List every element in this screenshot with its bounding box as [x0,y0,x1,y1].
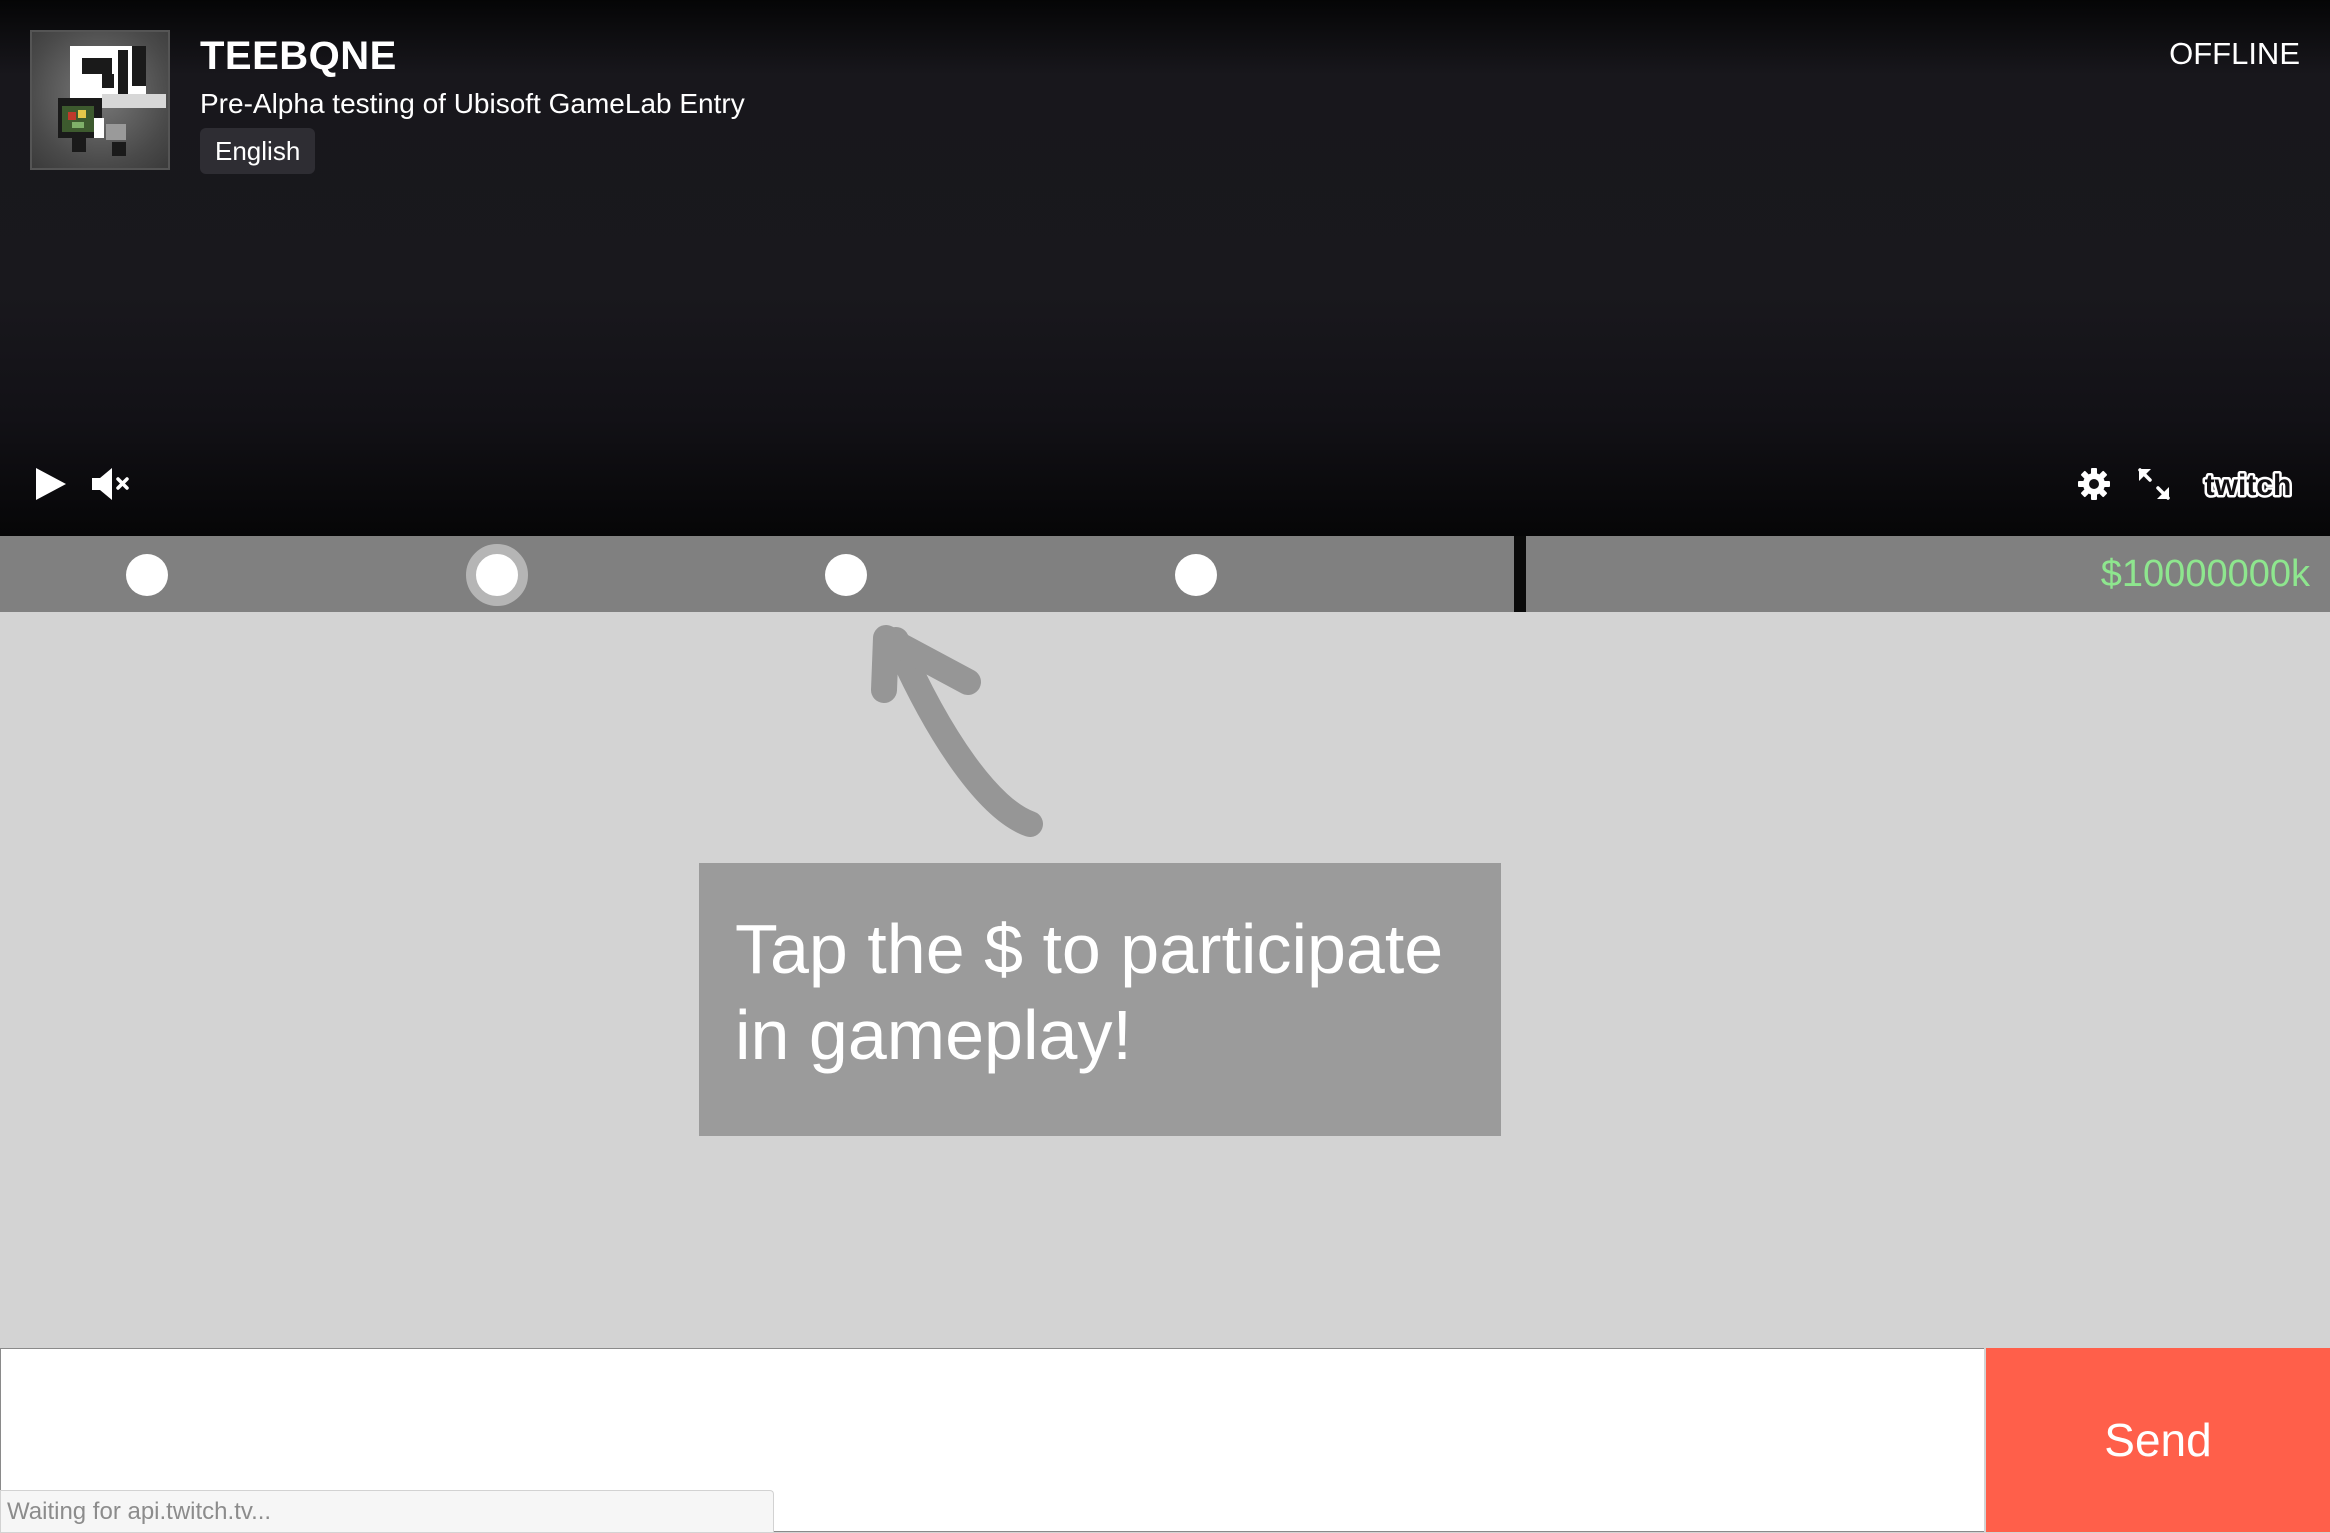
twitch-logo-icon[interactable]: twitch twitch [2196,466,2300,504]
slot-dot-3[interactable] [825,554,867,596]
channel-avatar[interactable] [30,30,170,170]
hint-arrow-icon [871,625,1043,837]
settings-button[interactable] [2074,464,2114,504]
slot-selector-bar [0,536,1514,612]
expand-icon [2138,468,2170,500]
stream-title: Pre-Alpha testing of Ubisoft GameLab Ent… [200,88,745,119]
browser-status-bar: Waiting for api.twitch.tv... [0,1490,774,1532]
language-badge[interactable]: English [200,128,316,174]
mute-button[interactable] [88,462,134,506]
channel-name[interactable]: TEEBQNE [200,34,397,79]
money-panel[interactable]: $10000000k [1526,536,2330,612]
slot-dot-1[interactable] [126,554,168,596]
play-button[interactable] [28,462,72,506]
fullscreen-button[interactable] [2134,464,2174,504]
video-player[interactable]: TEEBQNE Pre-Alpha testing of Ubisoft Gam… [0,0,2330,536]
svg-text:twitch: twitch [2205,469,2292,502]
offline-status: OFFLINE [2169,36,2300,71]
slot-dot-2-selected[interactable] [466,544,528,606]
play-icon [36,468,66,500]
gear-icon [2078,468,2110,500]
bar-divider [1514,536,1526,612]
muted-speaker-icon [92,468,129,500]
money-value[interactable]: $10000000k [2101,536,2310,612]
slot-dot-4[interactable] [1175,554,1217,596]
send-button[interactable]: Send [1986,1348,2330,1532]
hint-message: Tap the $ to participate in gameplay! [699,863,1501,1136]
